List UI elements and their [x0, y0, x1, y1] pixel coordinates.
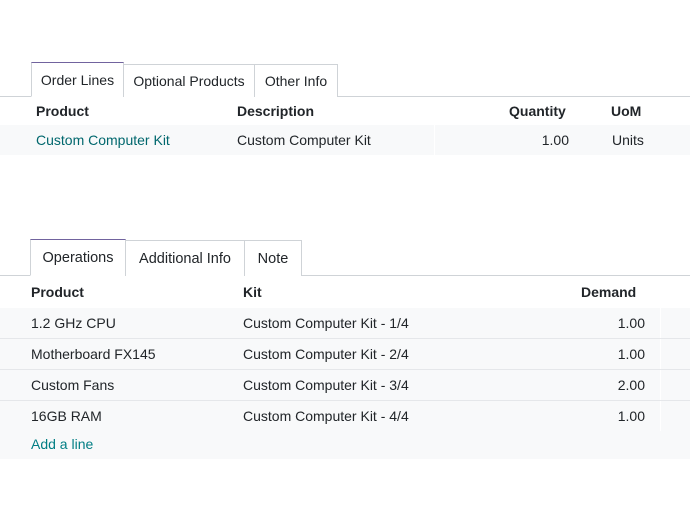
table-row[interactable]: Motherboard FX145 Custom Computer Kit - …: [0, 338, 690, 369]
tab-additional-info[interactable]: Additional Info: [125, 240, 245, 276]
quantity-cell[interactable]: 1.00: [490, 132, 569, 148]
description-cell[interactable]: Custom Computer Kit: [237, 132, 371, 148]
column-header-product[interactable]: Product: [31, 284, 84, 300]
product-cell[interactable]: Motherboard FX145: [31, 346, 156, 362]
kit-cell[interactable]: Custom Computer Kit - 3/4: [243, 377, 409, 393]
demand-cell[interactable]: 2.00: [560, 377, 645, 393]
table-row[interactable]: Custom Fans Custom Computer Kit - 3/4 2.…: [0, 369, 690, 400]
operations-header: Product Kit Demand: [0, 276, 690, 308]
tab-label: Note: [257, 250, 289, 267]
tab-label: Order Lines: [40, 71, 115, 88]
demand-cell[interactable]: 1.00: [560, 346, 645, 362]
order-lines-header: Product Description Quantity UoM: [0, 97, 690, 125]
tab-order-lines[interactable]: Order Lines: [31, 62, 124, 97]
product-cell[interactable]: Custom Fans: [31, 377, 114, 393]
column-header-product[interactable]: Product: [36, 103, 89, 119]
add-line-row: Add a line: [0, 431, 690, 459]
tab-note[interactable]: Note: [244, 240, 302, 276]
tab-operations[interactable]: Operations: [30, 239, 126, 276]
tab-label: Additional Info: [139, 250, 231, 267]
demand-cell[interactable]: 1.00: [560, 408, 645, 424]
column-header-demand[interactable]: Demand: [581, 284, 636, 300]
tab-optional-products[interactable]: Optional Products: [123, 64, 255, 97]
column-header-quantity[interactable]: Quantity: [509, 103, 566, 119]
column-header-description[interactable]: Description: [237, 103, 314, 119]
table-row[interactable]: 1.2 GHz CPU Custom Computer Kit - 1/4 1.…: [0, 308, 690, 338]
kit-cell[interactable]: Custom Computer Kit - 2/4: [243, 346, 409, 362]
kit-cell[interactable]: Custom Computer Kit - 1/4: [243, 315, 409, 331]
add-line-link[interactable]: Add a line: [31, 436, 93, 452]
uom-cell[interactable]: Units: [612, 132, 644, 148]
column-header-uom[interactable]: UoM: [611, 103, 641, 119]
demand-cell[interactable]: 1.00: [560, 315, 645, 331]
operations-tabs: Operations Additional Info Note: [0, 239, 690, 276]
operations-section: Operations Additional Info Note Product …: [0, 239, 690, 459]
order-tabs: Order Lines Optional Products Other Info: [0, 62, 690, 97]
table-row[interactable]: 16GB RAM Custom Computer Kit - 4/4 1.00: [0, 400, 690, 431]
order-lines-section: Order Lines Optional Products Other Info…: [0, 62, 690, 155]
tab-label: Other Info: [264, 73, 328, 89]
product-cell[interactable]: 1.2 GHz CPU: [31, 315, 116, 331]
product-link[interactable]: Custom Computer Kit: [36, 132, 170, 148]
tab-other-info[interactable]: Other Info: [254, 64, 338, 97]
table-row[interactable]: Custom Computer Kit Custom Computer Kit …: [0, 125, 690, 155]
tab-label: Optional Products: [133, 73, 245, 89]
kit-cell[interactable]: Custom Computer Kit - 4/4: [243, 408, 409, 424]
tab-label: Operations: [42, 249, 114, 266]
product-cell[interactable]: 16GB RAM: [31, 408, 102, 424]
column-header-kit[interactable]: Kit: [243, 284, 262, 300]
